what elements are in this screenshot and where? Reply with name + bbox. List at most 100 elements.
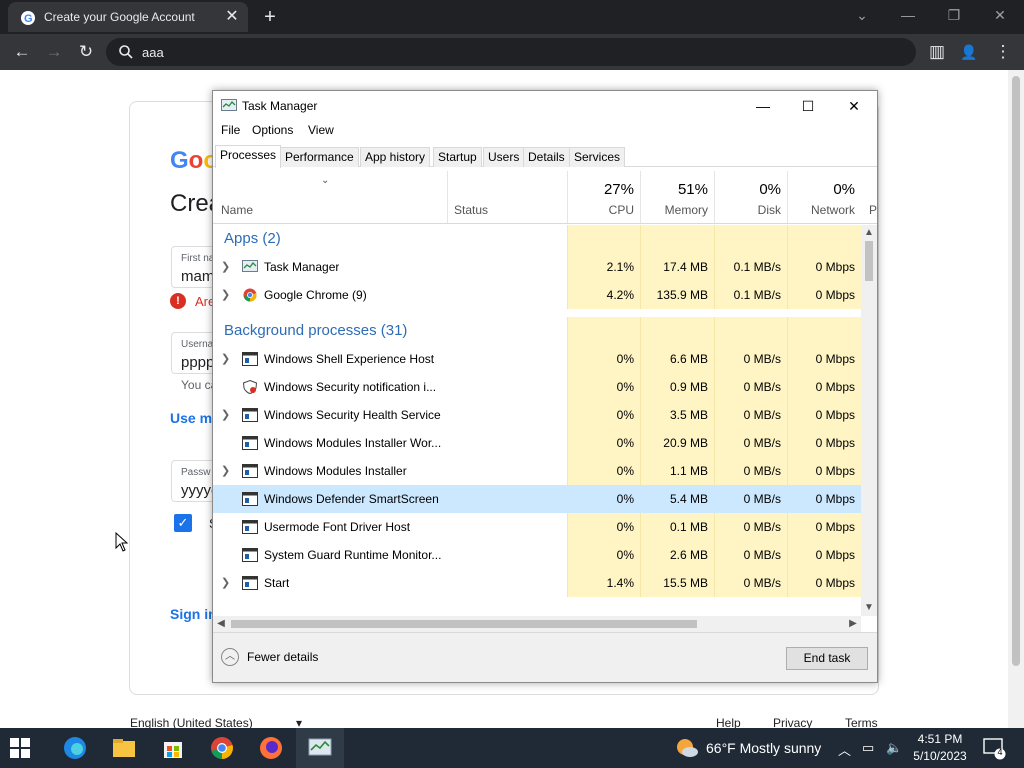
tab-services[interactable]: Services (569, 147, 626, 167)
process-row[interactable]: Windows Modules Installer Wor... 0% 20.9 M… (213, 429, 861, 457)
use-email-link[interactable]: Use m (170, 410, 212, 426)
file-explorer-icon[interactable] (110, 734, 138, 762)
page-scrollbar-thumb[interactable] (1012, 76, 1020, 666)
tm-hscroll-thumb[interactable] (231, 620, 697, 628)
forward-button[interactable]: → (41, 40, 67, 64)
minimize-button[interactable]: — (894, 4, 922, 26)
end-task-button[interactable]: End task (786, 647, 868, 670)
start-windows-icon[interactable] (10, 738, 30, 758)
tab-search-icon[interactable]: ⌄ (848, 4, 876, 26)
process-mem: 15.5 MB (663, 576, 708, 590)
browser-titlebar: G Create your Google Account ✕ + ⌄ — ❐ ✕… (0, 0, 1024, 70)
expand-chevron-icon[interactable]: ❯ (221, 569, 230, 597)
clock-date: 5/10/2023 (913, 749, 967, 763)
menu-options[interactable]: Options (252, 123, 293, 137)
col-power-cutoff[interactable]: P (869, 203, 877, 217)
process-row[interactable]: System Guard Runtime Monitor... 0% 2.6 MB 0… (213, 541, 861, 569)
expand-chevron-icon[interactable]: ❯ (221, 457, 230, 485)
volume-icon[interactable]: 🔈 (886, 740, 902, 756)
cell-bg (787, 317, 861, 345)
col-memory[interactable]: 51% Memory (640, 171, 714, 223)
browser-tab[interactable]: G Create your Google Account ✕ (8, 2, 248, 32)
cell-bg (567, 225, 640, 253)
process-row[interactable]: ❯ Windows Shell Experience Host 0% 6.6 MB 0 … (213, 345, 861, 373)
col-name[interactable]: Name (221, 203, 253, 217)
reload-button[interactable]: ↻ (73, 40, 99, 64)
firefox-icon[interactable] (257, 734, 285, 762)
expand-chevron-icon[interactable]: ❯ (221, 401, 230, 429)
column-header: ⌄ Name Status 27% CPU 51% Memory 0% Disk… (213, 171, 877, 224)
process-row[interactable]: ❯ Google Chrome (9) 4.2% 135.9 MB 0.1 MB/s 0 … (213, 281, 861, 309)
password-label: Passw (181, 467, 211, 478)
tab-users[interactable]: Users (483, 147, 525, 167)
chevron-up-icon[interactable]: ︿ (221, 648, 239, 666)
network-icon[interactable]: ▭ (862, 740, 874, 756)
edge-icon[interactable] (61, 734, 89, 762)
back-button[interactable]: ← (9, 40, 35, 64)
chrome-icon[interactable] (208, 734, 236, 762)
side-panel-icon[interactable]: ▥ (924, 40, 950, 64)
cpu-total: 27% (603, 181, 634, 198)
task-manager-taskbar-item[interactable] (296, 728, 344, 768)
scroll-left-icon[interactable]: ◀ (213, 616, 229, 632)
process-row[interactable]: ❯ Start 1.4% 15.5 MB 0 MB/s 0 Mbps (213, 569, 861, 597)
memory-label: Memory (664, 203, 708, 217)
weather-text[interactable]: 66°F Mostly sunny (706, 740, 821, 756)
expand-chevron-icon[interactable]: ❯ (221, 281, 230, 309)
close-window-button[interactable]: ✕ (986, 4, 1014, 26)
process-name: Task Manager (264, 260, 340, 274)
process-disk: 0.1 MB/s (733, 260, 781, 274)
tray-chevron-icon[interactable]: ︿ (838, 740, 851, 759)
tab-performance[interactable]: Performance (280, 147, 359, 167)
clock[interactable]: 4:51 PM 5/10/2023 (912, 731, 968, 765)
tm-close-button[interactable]: ✕ (831, 93, 877, 119)
restore-button[interactable]: ❐ (940, 4, 968, 26)
process-row-selected[interactable]: Windows Defender SmartScreen 0% 5.4 MB 0 MB… (213, 485, 861, 513)
sign-in-link[interactable]: Sign in (170, 606, 217, 622)
show-password-checkbox[interactable]: ✓ (174, 514, 192, 532)
tm-minimize-button[interactable]: — (740, 93, 786, 119)
process-row[interactable]: ❯ Task Manager 2.1% 17.4 MB 0.1 MB/s 0 Mbps (213, 253, 861, 281)
process-row[interactable]: Windows Security notification i... 0% 0.9 … (213, 373, 861, 401)
scroll-down-icon[interactable]: ▼ (861, 600, 877, 616)
process-cpu: 0% (616, 380, 634, 394)
new-tab-button[interactable]: + (258, 6, 282, 28)
tab-details[interactable]: Details (523, 147, 570, 167)
fewer-details-link[interactable]: Fewer details (247, 650, 318, 664)
col-network[interactable]: 0% Network (787, 171, 861, 223)
expand-chevron-icon[interactable]: ❯ (221, 345, 230, 373)
profile-icon[interactable]: 👤 (956, 40, 982, 64)
col-disk[interactable]: 0% Disk (714, 171, 787, 223)
cell-bg (714, 225, 787, 253)
tm-vertical-scrollbar[interactable]: ▲ ▼ (861, 225, 877, 616)
menu-view[interactable]: View (308, 123, 334, 137)
tab-startup[interactable]: Startup (433, 147, 482, 167)
menu-file[interactable]: File (221, 123, 240, 137)
tm-maximize-button[interactable]: ☐ (785, 93, 831, 119)
process-row[interactable]: ❯ Windows Security Health Service 0% 3.5 MB… (213, 401, 861, 429)
col-cpu[interactable]: 27% CPU (567, 171, 640, 223)
process-window-icon (242, 492, 258, 506)
scroll-up-icon[interactable]: ▲ (861, 225, 877, 241)
tab-close-icon[interactable]: ✕ (222, 7, 242, 27)
scroll-right-icon[interactable]: ▶ (845, 616, 861, 632)
address-bar[interactable]: aaa (106, 38, 916, 66)
tm-horizontal-scrollbar[interactable]: ◀ ▶ (213, 616, 861, 632)
process-row[interactable]: ❯ Windows Modules Installer 0% 1.1 MB 0 MB/s… (213, 457, 861, 485)
process-name: Windows Security notification i... (264, 380, 437, 394)
expand-chevron-icon[interactable]: ❯ (221, 253, 230, 281)
menu-icon[interactable]: ⋮ (990, 40, 1016, 64)
page-scrollbar[interactable] (1008, 70, 1024, 728)
tab-processes[interactable]: Processes (215, 145, 282, 168)
process-mem: 17.4 MB (663, 260, 708, 274)
weather-icon[interactable] (675, 737, 699, 759)
group-row: Background processes (31) (213, 317, 861, 345)
cell-bg (640, 225, 714, 253)
process-row[interactable]: Usermode Font Driver Host 0% 0.1 MB 0 MB/s 0… (213, 513, 861, 541)
process-mem: 2.6 MB (669, 548, 708, 562)
tab-app-history[interactable]: App history (360, 147, 431, 167)
process-cpu: 1.4% (606, 576, 634, 590)
tm-vscroll-thumb[interactable] (865, 241, 873, 281)
microsoft-store-icon[interactable] (159, 734, 187, 762)
process-name: Windows Modules Installer (264, 464, 407, 478)
